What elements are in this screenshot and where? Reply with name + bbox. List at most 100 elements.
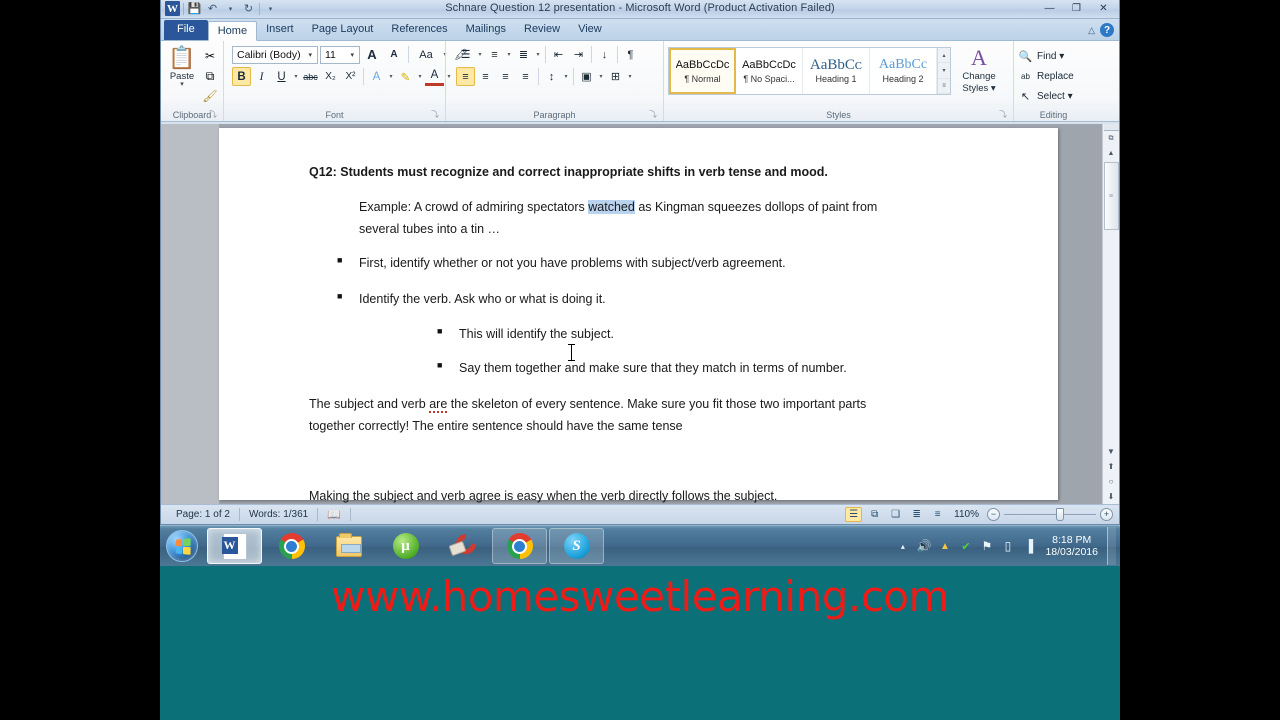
align-center-icon[interactable]: ≡ [476, 67, 495, 86]
styles-scroll-up-icon[interactable]: ▴ [938, 48, 950, 64]
previous-page-icon[interactable]: ▼ [1104, 444, 1119, 459]
grow-font-icon[interactable]: A [362, 45, 382, 64]
taskbar-item-utorrent[interactable]: µ [378, 528, 433, 564]
tab-review[interactable]: Review [515, 20, 569, 40]
zoom-slider-thumb[interactable] [1056, 508, 1064, 521]
vertical-scrollbar[interactable]: ⧉ ▲ ≡ ▼ ⬆ ○ ⬇ [1102, 124, 1119, 504]
page-indicator[interactable]: Page: 1 of 2 [167, 509, 239, 520]
collapse-ribbon-icon[interactable]: △ [1088, 25, 1095, 36]
tab-mailings[interactable]: Mailings [457, 20, 515, 40]
style-heading-2[interactable]: AaBbCc Heading 2 [870, 48, 937, 94]
start-button[interactable] [160, 527, 204, 565]
shading-icon[interactable]: ▣ [577, 67, 596, 86]
highlight-icon[interactable]: ✎ [396, 67, 415, 86]
restore-button[interactable]: ❐ [1063, 0, 1090, 17]
bold-button[interactable]: B [232, 67, 251, 86]
highlight-caret-icon[interactable]: ▾ [416, 73, 424, 80]
taskbar-item-chrome-1[interactable] [264, 528, 319, 564]
clipboard-dialog-launcher-icon[interactable]: ⤵ [209, 109, 217, 120]
bullets-caret-icon[interactable]: ▾ [476, 51, 484, 58]
view-outline-icon[interactable]: ≣ [908, 507, 925, 522]
font-dialog-launcher-icon[interactable]: ⤵ [431, 109, 439, 120]
highlighted-word[interactable]: watched [588, 200, 635, 214]
zoom-slider[interactable] [1004, 508, 1096, 521]
zoom-out-button[interactable]: − [987, 508, 1000, 521]
style-heading-1[interactable]: AaBbCᴄ Heading 1 [803, 48, 870, 94]
sort-icon[interactable]: ↓ [595, 45, 614, 64]
taskbar-item-ccleaner[interactable] [435, 528, 490, 564]
show-formatting-marks-icon[interactable]: ¶ [621, 45, 640, 64]
style-normal[interactable]: AaBbCcDc ¶ Normal [669, 48, 736, 94]
action-center-flag-icon[interactable]: ⚑ [979, 539, 994, 554]
numbering-icon[interactable]: ≡ [485, 45, 504, 64]
align-right-icon[interactable]: ≡ [496, 67, 515, 86]
show-hidden-icons-icon[interactable]: ▴ [895, 539, 910, 554]
view-print-layout-icon[interactable]: ☰ [845, 507, 863, 522]
select-browse-object-icon[interactable]: ○ [1104, 474, 1119, 489]
proofing-errors-icon[interactable]: 📖 [318, 508, 350, 521]
browse-up-icon[interactable]: ⬆ [1104, 459, 1119, 474]
underline-button[interactable]: U [272, 67, 291, 86]
clock[interactable]: 8:18 PM 18/03/2016 [1042, 534, 1101, 558]
font-name-combo[interactable]: Calibri (Body) ▾ [232, 45, 318, 64]
change-styles-button[interactable]: A Change Styles ▾ [955, 45, 1003, 95]
styles-scroll-down-icon[interactable]: ▾ [938, 63, 950, 79]
font-size-combo[interactable]: 11 ▾ [320, 45, 360, 64]
volume-icon[interactable]: 🔊 [916, 539, 931, 554]
google-drive-icon[interactable]: ▲ [937, 539, 952, 554]
italic-button[interactable]: I [252, 67, 271, 86]
format-painter-icon[interactable]: 🖌 [201, 87, 219, 105]
minimize-button[interactable]: — [1036, 0, 1063, 17]
show-desktop-button[interactable] [1107, 527, 1116, 565]
antivirus-icon[interactable]: ✔ [958, 539, 973, 554]
next-page-icon[interactable]: ⬇ [1104, 489, 1119, 504]
paste-button[interactable]: 📋 Paste ▾ [165, 45, 199, 89]
increase-indent-icon[interactable]: ⇥ [569, 45, 588, 64]
find-button[interactable]: 🔍 Find ▾ [1018, 47, 1065, 65]
select-button[interactable]: ↖ Select ▾ [1018, 87, 1073, 105]
tab-file[interactable]: File [164, 20, 208, 40]
zoom-in-button[interactable]: + [1100, 508, 1113, 521]
document-page[interactable]: Q12: Students must recognize and correct… [219, 128, 1058, 503]
cut-icon[interactable]: ✂ [201, 47, 219, 65]
view-draft-icon[interactable]: ≡ [929, 507, 946, 522]
word-count[interactable]: Words: 1/361 [240, 509, 317, 520]
view-web-layout-icon[interactable]: ❑ [887, 507, 904, 522]
font-color-icon[interactable]: A [425, 67, 444, 86]
change-case-icon[interactable]: Aa [413, 45, 439, 64]
bullets-icon[interactable]: ☰ [456, 45, 475, 64]
view-full-screen-reading-icon[interactable]: ⧉ [866, 507, 883, 522]
taskbar-item-file-explorer[interactable] [321, 528, 376, 564]
strikethrough-button[interactable]: abc [301, 67, 320, 86]
numbering-caret-icon[interactable]: ▾ [505, 51, 513, 58]
borders-icon[interactable]: ⊞ [606, 67, 625, 86]
help-icon[interactable]: ? [1100, 23, 1114, 37]
tab-home[interactable]: Home [207, 21, 258, 41]
multilevel-caret-icon[interactable]: ▾ [534, 51, 542, 58]
text-effects-icon[interactable]: A [367, 67, 386, 86]
underline-caret-icon[interactable]: ▾ [292, 73, 300, 80]
misspelled-word[interactable]: are [429, 397, 448, 413]
text-effects-caret-icon[interactable]: ▾ [387, 73, 395, 80]
tab-page-layout[interactable]: Page Layout [303, 20, 383, 40]
scrollbar-thumb[interactable]: ≡ [1103, 162, 1119, 230]
shrink-font-icon[interactable]: A [384, 45, 404, 64]
decrease-indent-icon[interactable]: ⇤ [549, 45, 568, 64]
justify-icon[interactable]: ≡ [516, 67, 535, 86]
styles-dialog-launcher-icon[interactable]: ⤵ [999, 109, 1007, 120]
styles-gallery-scroll[interactable]: ▴ ▾ ≡ [937, 48, 950, 94]
line-spacing-caret-icon[interactable]: ▾ [562, 73, 570, 80]
taskbar-item-word[interactable] [207, 528, 262, 564]
style-no-spacing[interactable]: AaBbCcDc ¶ No Spaci... [736, 48, 803, 94]
tab-references[interactable]: References [382, 20, 456, 40]
replace-button[interactable]: ab Replace [1018, 67, 1074, 85]
borders-caret-icon[interactable]: ▾ [626, 73, 634, 80]
scroll-up-arrow-icon[interactable]: ▲ [1104, 146, 1119, 161]
close-button[interactable]: ✕ [1090, 0, 1117, 17]
scrollbar-track[interactable] [1104, 230, 1119, 444]
ruler-toggle-icon[interactable]: ⧉ [1104, 131, 1119, 146]
network-signal-icon[interactable]: ▐ [1021, 539, 1036, 554]
styles-gallery[interactable]: AaBbCcDc ¶ Normal AaBbCcDc ¶ No Spaci...… [668, 47, 951, 95]
superscript-button[interactable]: X² [341, 67, 360, 86]
tab-insert[interactable]: Insert [257, 20, 303, 40]
